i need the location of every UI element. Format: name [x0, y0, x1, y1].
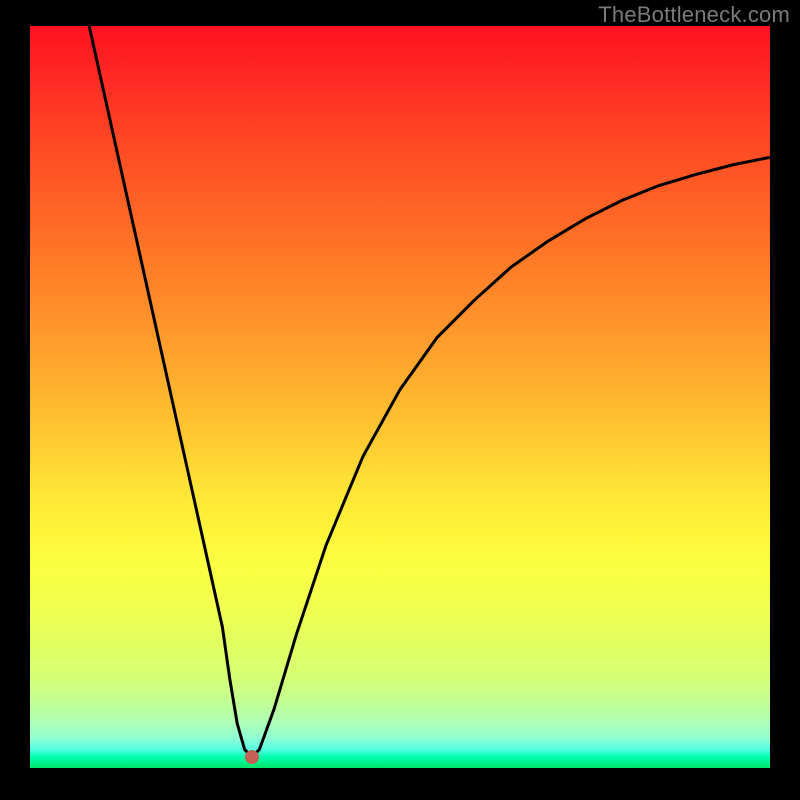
curve-svg — [30, 26, 770, 768]
watermark-text: TheBottleneck.com — [598, 2, 790, 28]
chart-stage: TheBottleneck.com — [0, 0, 800, 800]
minimum-marker — [245, 750, 259, 764]
plot-area — [30, 26, 770, 768]
bottleneck-curve — [89, 26, 770, 757]
